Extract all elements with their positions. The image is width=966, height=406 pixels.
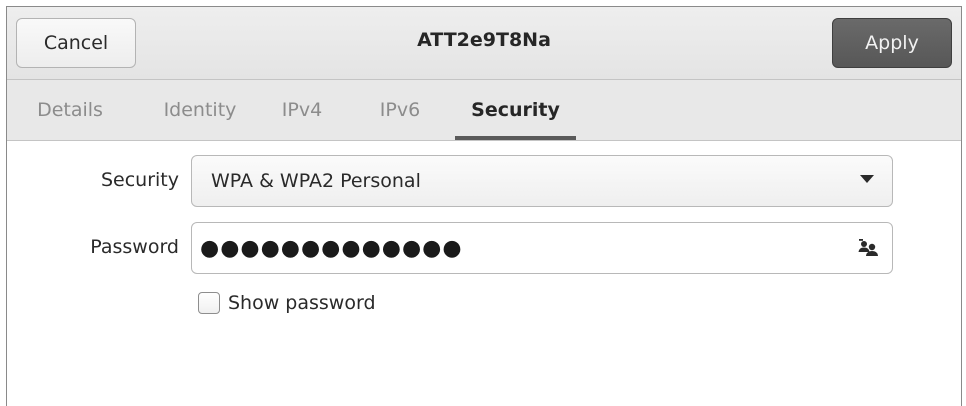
network-settings-dialog: Cancel ATT2e9T8Na Apply Details Identity… bbox=[6, 6, 962, 406]
tab-ipv4[interactable]: IPv4 bbox=[269, 80, 335, 140]
show-password-row[interactable]: Show password bbox=[198, 290, 376, 316]
security-label: Security bbox=[100, 169, 179, 191]
dialog-title: ATT2e9T8Na bbox=[417, 29, 551, 51]
apply-button[interactable]: Apply bbox=[832, 18, 952, 68]
active-tab-indicator bbox=[455, 136, 576, 140]
chevron-down-icon bbox=[860, 175, 874, 183]
tab-identity[interactable]: Identity bbox=[148, 80, 252, 140]
header-bar: Cancel ATT2e9T8Na Apply bbox=[7, 7, 961, 80]
tab-details[interactable]: Details bbox=[25, 80, 115, 140]
show-password-checkbox[interactable] bbox=[198, 292, 220, 314]
security-dropdown[interactable]: WPA & WPA2 Personal bbox=[191, 155, 893, 207]
password-masked-text: ●●●●●●●●●●●●● bbox=[200, 235, 463, 261]
show-password-label[interactable]: Show password bbox=[228, 292, 376, 314]
tab-bar: Details Identity IPv4 IPv6 Security bbox=[7, 80, 961, 141]
password-field[interactable]: ●●●●●●●●●●●●● bbox=[191, 222, 893, 274]
tab-security[interactable]: Security bbox=[455, 80, 576, 140]
password-reveal-icon[interactable] bbox=[858, 239, 878, 257]
password-label: Password bbox=[90, 236, 179, 258]
security-selected-value: WPA & WPA2 Personal bbox=[211, 170, 421, 192]
tab-ipv6[interactable]: IPv6 bbox=[367, 80, 433, 140]
